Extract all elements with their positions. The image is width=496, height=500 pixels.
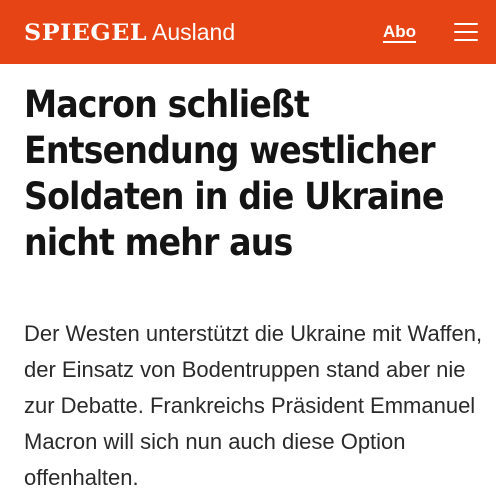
menu-line-top [454,23,478,25]
article-page: SPIEGEL Ausland Abo Macron schließt Ents… [0,0,496,500]
hamburger-menu-icon[interactable] [454,23,478,41]
article-headline: Macron schließt Entsendung westlicher So… [24,83,445,264]
menu-line-middle [454,31,478,33]
spiegel-logo[interactable]: SPIEGEL [24,20,147,46]
section-label[interactable]: Ausland [152,19,235,46]
abo-link[interactable]: Abo [383,22,416,42]
brand[interactable]: SPIEGEL Ausland [24,19,235,46]
menu-line-bottom [454,39,478,41]
article-teaser: Der Westen unterstützt die Ukraine mit W… [24,321,483,490]
site-header: SPIEGEL Ausland Abo [0,0,496,64]
